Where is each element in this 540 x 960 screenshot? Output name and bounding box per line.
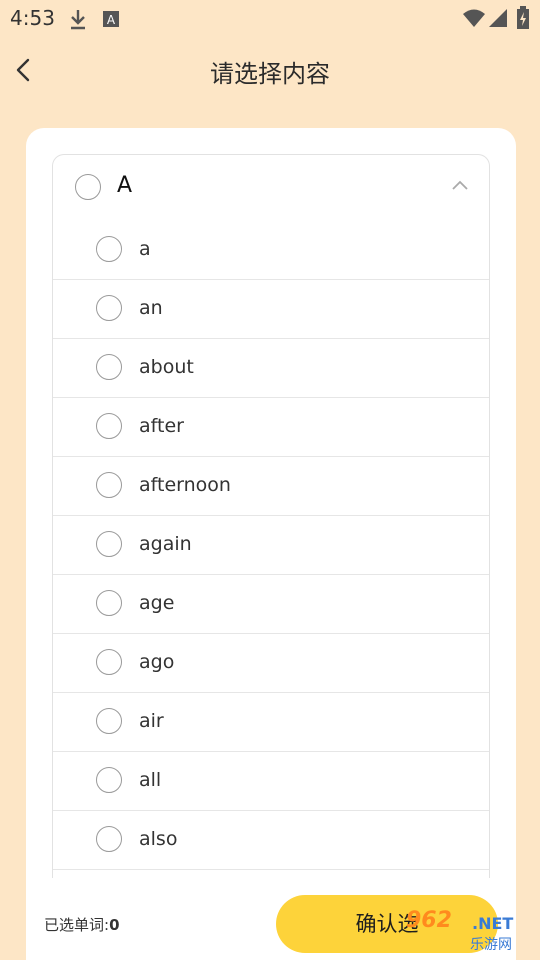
svg-text:A: A [107, 13, 116, 27]
word-item[interactable]: a [53, 221, 489, 280]
watermark-net: .NET [472, 914, 514, 933]
word-radio[interactable] [96, 649, 122, 675]
word-item[interactable]: ago [53, 634, 489, 693]
word-label: afternoon [139, 474, 231, 496]
watermark-main: 962 [406, 908, 452, 933]
font-badge-icon: A [103, 11, 119, 27]
selected-count-value: 0 [109, 916, 120, 934]
word-label: a [139, 238, 151, 260]
wifi-icon [463, 9, 485, 27]
word-item[interactable]: also [53, 811, 489, 870]
word-radio[interactable] [96, 826, 122, 852]
word-item[interactable]: air [53, 693, 489, 752]
selected-count: 已选单词:0 [44, 914, 120, 935]
word-label: all [139, 769, 162, 791]
word-list: a an about after afternoon again age ago… [53, 221, 489, 870]
signal-icon [489, 9, 507, 27]
word-radio[interactable] [96, 590, 122, 616]
word-radio[interactable] [96, 236, 122, 262]
word-radio[interactable] [96, 708, 122, 734]
letter-group-a: A a an about after afternoon again age a… [52, 154, 490, 895]
watermark-sub: 乐游网 [470, 937, 512, 953]
battery-charging-icon [517, 6, 529, 29]
word-label: again [139, 533, 192, 555]
word-item[interactable]: again [53, 516, 489, 575]
chevron-up-icon[interactable] [451, 179, 469, 191]
word-item[interactable]: after [53, 398, 489, 457]
selection-card: A a an about after afternoon again age a… [26, 128, 516, 960]
word-item[interactable]: age [53, 575, 489, 634]
word-item[interactable]: afternoon [53, 457, 489, 516]
selected-count-label: 已选单词: [44, 916, 110, 934]
status-time: 4:53 [10, 6, 55, 30]
word-radio[interactable] [96, 531, 122, 557]
group-select-radio[interactable] [75, 174, 101, 200]
word-item[interactable]: all [53, 752, 489, 811]
group-header[interactable]: A [53, 155, 489, 221]
word-radio[interactable] [96, 354, 122, 380]
word-label: also [139, 828, 178, 850]
word-label: age [139, 592, 175, 614]
group-letter: A [117, 173, 133, 198]
word-radio[interactable] [96, 767, 122, 793]
word-radio[interactable] [96, 295, 122, 321]
watermark-logo: 962 .NET 乐游网 [400, 908, 536, 958]
word-radio[interactable] [96, 472, 122, 498]
header: 请选择内容 [0, 38, 540, 102]
word-label: air [139, 710, 164, 732]
word-label: an [139, 297, 163, 319]
word-label: about [139, 356, 194, 378]
word-item[interactable]: an [53, 280, 489, 339]
word-item[interactable]: about [53, 339, 489, 398]
word-label: after [139, 415, 184, 437]
status-bar: 4:53 A [0, 0, 540, 36]
download-icon [71, 10, 85, 30]
word-radio[interactable] [96, 413, 122, 439]
word-label: ago [139, 651, 175, 673]
page-title: 请选择内容 [210, 60, 330, 88]
